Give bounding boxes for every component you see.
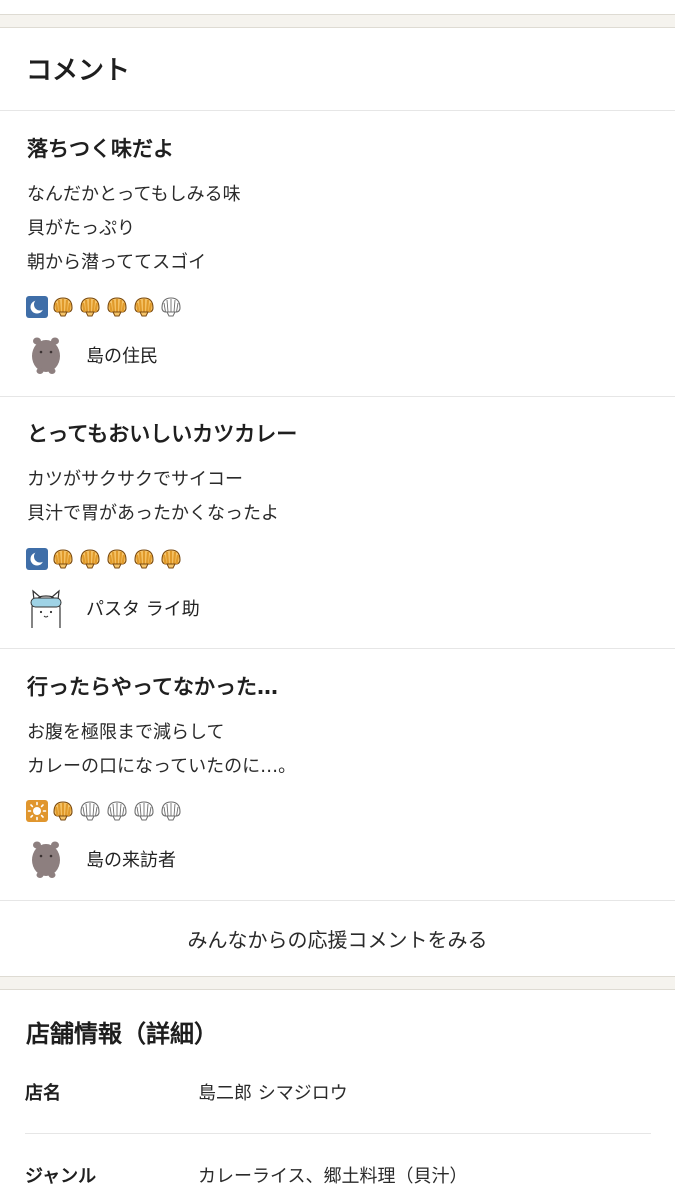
comment-author: パスタ ライ助 [26, 588, 200, 628]
moon-icon [26, 296, 48, 318]
comment-title: とってもおいしいカツカレー [27, 422, 298, 446]
comment-body: カツがサクサクでサイコー 貝汁で胃があったかくなったよ [27, 463, 279, 531]
author-name: 島の来訪者 [86, 850, 176, 871]
comment-body-line: なんだかとってもしみる味 [27, 184, 241, 205]
shell-filled-icon [53, 297, 73, 317]
shell-filled-icon [161, 549, 181, 569]
shell-filled-icon [134, 549, 154, 569]
shell-empty-icon [161, 297, 181, 317]
shell-filled-icon [53, 549, 73, 569]
shell-filled-icon [134, 297, 154, 317]
moon-icon [26, 548, 48, 570]
view-support-comments-label: みんなからの応援コメントをみる [187, 928, 488, 952]
divider [0, 396, 675, 397]
store-info-title: 店舗情報（詳細） [26, 1020, 218, 1048]
divider [0, 110, 675, 111]
comment-title: 行ったらやってなかった… [27, 675, 278, 699]
rating [26, 295, 183, 319]
divider [25, 1133, 651, 1134]
comment-body: なんだかとってもしみる味 貝がたっぷり 朝から潜っててスゴイ [27, 178, 241, 280]
sun-icon [26, 800, 48, 822]
author-name: 島の住民 [86, 346, 158, 367]
author-name: パスタ ライ助 [86, 599, 200, 620]
comment-body: お腹を極限まで減らして カレーの口になっていたのに…。 [27, 716, 296, 784]
shell-filled-icon [107, 549, 127, 569]
store-info-label: ジャンル [25, 1166, 97, 1187]
shell-filled-icon [80, 297, 100, 317]
shell-filled-icon [53, 801, 73, 821]
shell-empty-icon [161, 801, 181, 821]
store-info-label: 店名 [25, 1083, 61, 1104]
store-info-value: 島二郎 シマジロウ [198, 1083, 348, 1104]
cat-with-goggles-avatar-icon [30, 589, 62, 628]
shell-empty-icon [80, 801, 100, 821]
comment-author: 島の来訪者 [26, 839, 176, 879]
rating [26, 799, 183, 823]
shell-empty-icon [107, 801, 127, 821]
comment-author: 島の住民 [26, 335, 158, 375]
comment-body-line: カツがサクサクでサイコー [27, 469, 243, 490]
comment-body-line: 貝がたっぷり [27, 218, 135, 239]
shell-empty-icon [134, 801, 154, 821]
section-separator [0, 976, 675, 990]
comment-body-line: 朝から潜っててスゴイ [27, 252, 207, 273]
hippo-avatar-icon [32, 337, 60, 374]
comment-body-line: お腹を極限まで減らして [27, 722, 225, 743]
section-separator-top [0, 14, 675, 28]
comment-body-line: カレーの口になっていたのに…。 [27, 756, 297, 777]
comments-title: コメント [26, 56, 131, 86]
view-support-comments-button[interactable]: みんなからの応援コメントをみる [0, 900, 675, 976]
divider [0, 648, 675, 649]
shell-filled-icon [80, 549, 100, 569]
hippo-avatar-icon [32, 841, 60, 878]
shell-filled-icon [107, 297, 127, 317]
comment-body-line: 貝汁で胃があったかくなったよ [27, 503, 279, 524]
rating [26, 547, 183, 571]
store-info-value: カレーライス、郷土料理（貝汁） [198, 1166, 468, 1187]
comment-title: 落ちつく味だよ [27, 137, 174, 161]
